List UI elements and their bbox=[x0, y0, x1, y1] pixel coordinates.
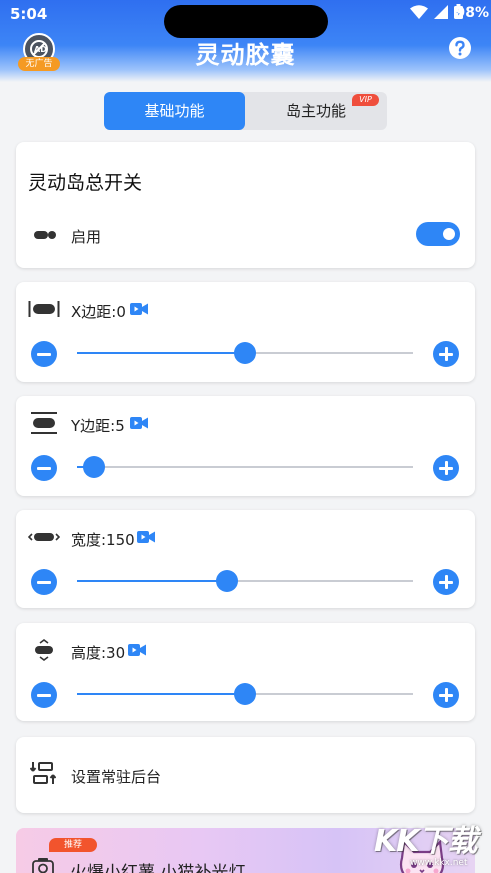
background-setting-card[interactable]: 设置常驻后台 bbox=[16, 737, 475, 813]
slider-thumb[interactable] bbox=[234, 683, 256, 705]
vip-badge: VIP bbox=[352, 94, 379, 106]
width-slider[interactable] bbox=[77, 570, 413, 592]
master-switch-card: 灵动岛总开关 启用 bbox=[16, 142, 475, 268]
horizontal-margin-icon bbox=[28, 301, 60, 317]
x-margin-increase-button[interactable] bbox=[433, 341, 459, 367]
status-bar: 5:04 98% bbox=[0, 0, 491, 38]
camera-icon bbox=[32, 858, 54, 873]
video-tutorial-icon[interactable] bbox=[130, 302, 148, 316]
tab-bar: 基础功能 岛主功能 bbox=[104, 92, 387, 130]
promo-badge: 推荐 bbox=[49, 838, 97, 852]
help-icon[interactable] bbox=[448, 36, 472, 60]
video-tutorial-icon[interactable] bbox=[128, 643, 146, 657]
x-margin-slider[interactable] bbox=[77, 342, 413, 364]
switch-arrows-icon bbox=[30, 762, 56, 784]
system-icons: 98% bbox=[410, 4, 489, 21]
slider-fill bbox=[77, 693, 245, 695]
x-margin-decrease-button[interactable] bbox=[31, 341, 57, 367]
toggle-knob bbox=[443, 228, 455, 240]
width-card: 宽度:150 bbox=[16, 510, 475, 608]
app-header: 5:04 98% AD 无广告 灵动胶囊 bbox=[0, 0, 491, 82]
y-margin-increase-button[interactable] bbox=[433, 455, 459, 481]
tab-basic[interactable]: 基础功能 bbox=[104, 92, 245, 130]
watermark-url: www.kkx.net bbox=[410, 858, 468, 868]
vertical-margin-icon bbox=[31, 412, 57, 434]
height-icon bbox=[35, 639, 53, 661]
signal-icon bbox=[434, 4, 448, 19]
master-switch-title: 灵动岛总开关 bbox=[28, 172, 143, 194]
y-margin-label: Y边距:5 bbox=[71, 417, 125, 435]
background-setting-label: 设置常驻后台 bbox=[71, 768, 162, 786]
promo-text: 火爆小红薯 小猫补光灯 bbox=[70, 863, 246, 873]
height-card: 高度:30 bbox=[16, 623, 475, 721]
x-margin-label: X边距:0 bbox=[71, 303, 126, 321]
height-label: 高度:30 bbox=[71, 644, 126, 662]
height-decrease-button[interactable] bbox=[31, 682, 57, 708]
width-label: 宽度:150 bbox=[71, 531, 135, 549]
enable-label: 启用 bbox=[71, 228, 102, 246]
slider-thumb[interactable] bbox=[216, 570, 238, 592]
page-title: 灵动胶囊 bbox=[195, 41, 296, 69]
y-margin-slider[interactable] bbox=[77, 456, 413, 478]
enable-toggle[interactable] bbox=[416, 222, 460, 246]
video-tutorial-icon[interactable] bbox=[137, 530, 155, 544]
slider-thumb[interactable] bbox=[234, 342, 256, 364]
wifi-icon bbox=[410, 4, 428, 19]
width-decrease-button[interactable] bbox=[31, 569, 57, 595]
width-icon bbox=[28, 533, 60, 541]
y-margin-card: Y边距:5 bbox=[16, 396, 475, 496]
slider-fill bbox=[77, 580, 227, 582]
capsule-dots-icon bbox=[34, 231, 56, 239]
x-margin-card: X边距:0 bbox=[16, 282, 475, 382]
slider-thumb[interactable] bbox=[83, 456, 105, 478]
battery-percent: 98% bbox=[455, 5, 489, 21]
slider-fill bbox=[77, 352, 245, 354]
height-slider[interactable] bbox=[77, 683, 413, 705]
y-margin-decrease-button[interactable] bbox=[31, 455, 57, 481]
height-increase-button[interactable] bbox=[433, 682, 459, 708]
width-increase-button[interactable] bbox=[433, 569, 459, 595]
watermark-logo: KK下载 bbox=[374, 824, 477, 859]
camera-notch bbox=[164, 5, 328, 38]
status-time: 5:04 bbox=[10, 5, 48, 23]
video-tutorial-icon[interactable] bbox=[130, 416, 148, 430]
